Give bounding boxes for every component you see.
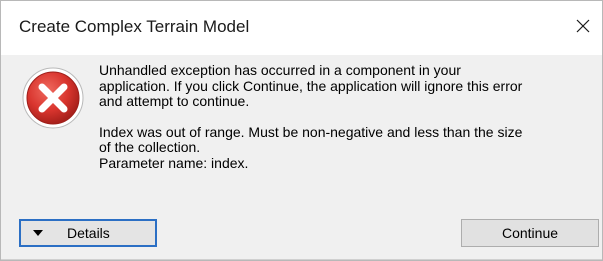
divider [1, 259, 602, 260]
title-bar: Create Complex Terrain Model [1, 1, 602, 55]
dialog-body: Unhandled exception has occurred in a co… [1, 55, 602, 205]
dialog-title: Create Complex Terrain Model [19, 17, 250, 36]
chevron-down-icon [33, 230, 43, 236]
close-icon [576, 19, 590, 33]
error-message: Unhandled exception has occurred in a co… [99, 62, 589, 172]
message-line: Index was out of range. Must be non-nega… [99, 123, 523, 140]
error-icon [22, 67, 84, 129]
details-button-label: Details [67, 225, 110, 241]
message-line: Parameter name: index. [99, 154, 249, 171]
close-button[interactable] [568, 9, 598, 43]
details-button[interactable]: Details [19, 219, 157, 247]
message-paragraph-1: Unhandled exception has occurred in a co… [99, 62, 589, 110]
continue-button[interactable]: Continue [461, 219, 599, 247]
message-line: application. If you click Continue, the … [99, 77, 523, 94]
message-line: of the collection. [99, 139, 201, 155]
message-line: and attempt to continue. [99, 93, 250, 109]
dialog-footer: Details Continue [1, 205, 602, 260]
message-paragraph-2: Index was out of range. Must be non-nega… [99, 123, 589, 172]
error-dialog: Create Complex Terrain Model Unhandled e… [0, 0, 603, 261]
message-line: Unhandled exception has occurred in a co… [99, 62, 461, 78]
